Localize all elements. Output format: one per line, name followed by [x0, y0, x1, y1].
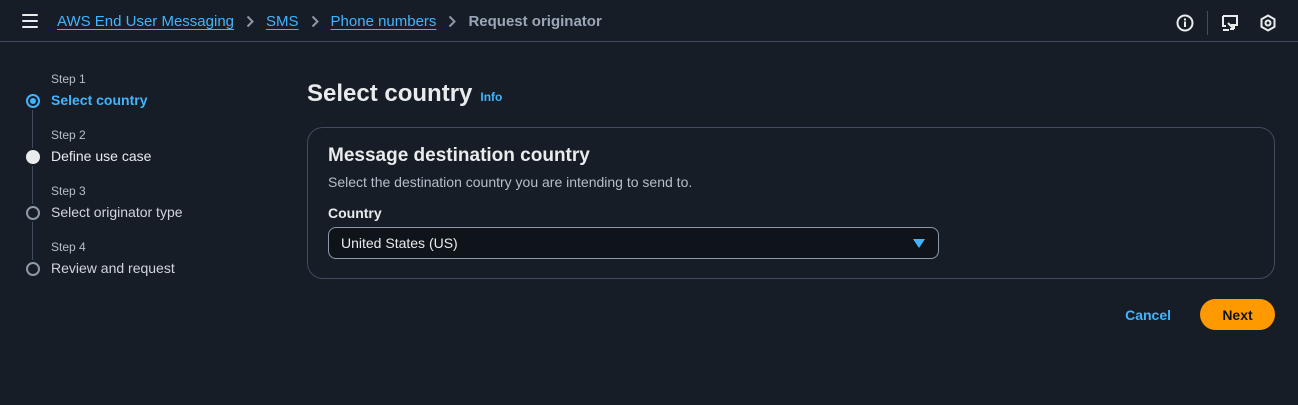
step-active-indicator-icon [26, 94, 40, 108]
step-3: Step 3 Select originator type [24, 184, 284, 260]
settings-icon[interactable] [1258, 13, 1278, 33]
step-pending-indicator-icon [26, 206, 40, 220]
step-label[interactable]: Define use case [51, 148, 151, 164]
step-number: Step 3 [51, 184, 86, 198]
info-link[interactable]: Info [480, 90, 502, 104]
country-select-value: United States (US) [341, 235, 458, 251]
caret-down-icon [913, 239, 925, 248]
step-number: Step 2 [51, 128, 86, 142]
main-content: Select country Info Message destination … [307, 80, 1275, 330]
form-actions: Cancel Next [307, 299, 1275, 331]
next-button[interactable]: Next [1200, 299, 1275, 330]
container-description: Select the destination country you are i… [328, 174, 693, 190]
step-1[interactable]: Step 1 Select country [24, 72, 284, 148]
country-field-label: Country [328, 205, 382, 221]
step-label: Select originator type [51, 204, 183, 220]
chevron-right-icon [246, 15, 254, 28]
page-header: Select country Info [307, 80, 1275, 108]
info-icon[interactable] [1175, 13, 1195, 33]
page-title: Select country [307, 80, 473, 107]
step-label[interactable]: Select country [51, 92, 147, 108]
step-pending-indicator-icon [26, 262, 40, 276]
wizard-steps: Step 1 Select country Step 2 Define use … [24, 72, 284, 296]
country-select[interactable]: United States (US) [328, 227, 939, 259]
step-number: Step 4 [51, 240, 86, 254]
container-title: Message destination country [328, 145, 590, 166]
breadcrumb-link-end-user-messaging[interactable]: AWS End User Messaging [57, 13, 234, 30]
top-navigation-bar: AWS End User Messaging SMS Phone numbers… [0, 0, 1298, 42]
chevron-right-icon [311, 15, 319, 28]
step-number: Step 1 [51, 72, 86, 86]
breadcrumb: AWS End User Messaging SMS Phone numbers… [57, 13, 602, 30]
breadcrumb-link-phone-numbers[interactable]: Phone numbers [331, 13, 437, 30]
feedback-icon[interactable] [1220, 13, 1240, 33]
breadcrumb-current: Request originator [468, 13, 602, 30]
step-2[interactable]: Step 2 Define use case [24, 128, 284, 204]
cancel-button[interactable]: Cancel [1117, 299, 1179, 331]
step-visited-indicator-icon [26, 150, 40, 164]
chevron-right-icon [448, 15, 457, 28]
step-4: Step 4 Review and request [24, 240, 284, 296]
step-label: Review and request [51, 260, 175, 276]
icon-divider [1207, 11, 1208, 35]
top-utility-icons [1175, 11, 1278, 35]
menu-icon[interactable] [22, 14, 38, 28]
destination-country-container: Message destination country Select the d… [307, 127, 1275, 279]
breadcrumb-link-sms[interactable]: SMS [266, 13, 299, 30]
